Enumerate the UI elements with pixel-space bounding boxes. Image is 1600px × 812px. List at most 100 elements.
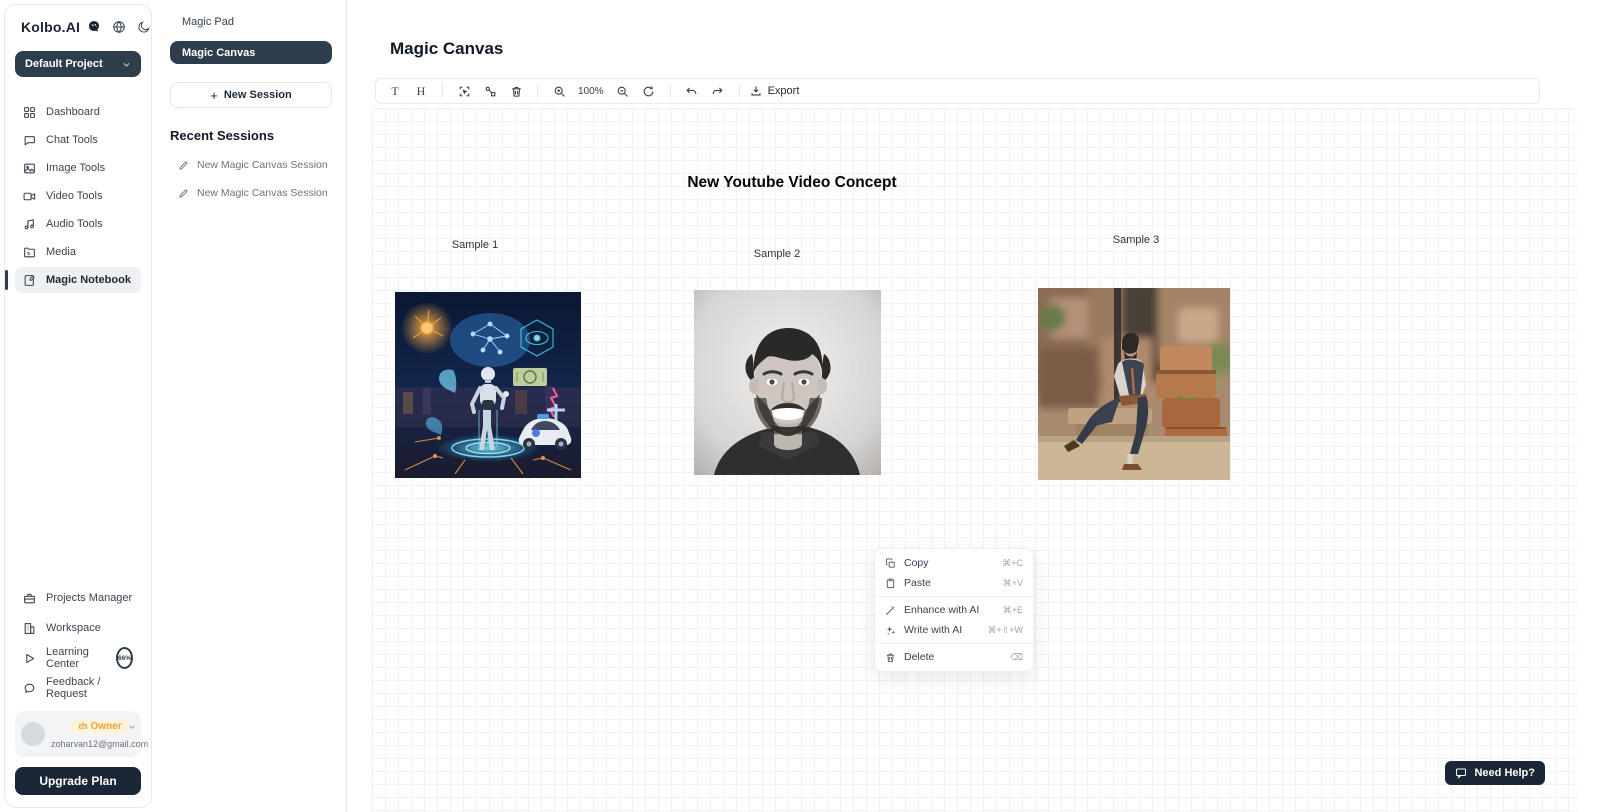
building-icon: [23, 622, 36, 635]
need-help-button[interactable]: Need Help?: [1445, 761, 1545, 785]
sidebar-item-label: Magic Notebook: [46, 274, 131, 286]
heading-tool-button[interactable]: H: [410, 81, 432, 101]
moon-icon[interactable]: [137, 20, 151, 34]
pencil-icon: [178, 188, 189, 199]
sample-2-label[interactable]: Sample 2: [754, 248, 800, 260]
context-menu-item-paste[interactable]: Paste ⌘+V: [875, 573, 1033, 593]
sidebar-item-label: Learning Center: [46, 646, 102, 670]
chevron-down-icon: [128, 723, 136, 731]
context-menu-divider: [875, 596, 1033, 597]
sample-1-image[interactable]: [395, 292, 581, 478]
sidebar-item-learning-center[interactable]: Learning Center 66%: [15, 645, 141, 671]
sample-2-image[interactable]: [694, 290, 881, 475]
shortcut: ⌫: [1010, 652, 1023, 663]
context-menu: Copy ⌘+C Paste ⌘+V Enhance with AI ⌘+E W…: [874, 548, 1034, 672]
recent-session-label: New Magic Canvas Session: [197, 159, 328, 171]
learning-progress-badge: 66%: [116, 647, 133, 669]
sidebar: Kolbo.AI Default Project Dashboard Chat …: [4, 4, 152, 808]
sidebar-item-projects-manager[interactable]: Projects Manager: [15, 585, 141, 611]
owner-badge-label: Owner: [91, 721, 122, 732]
connector-tool-button[interactable]: [479, 81, 501, 101]
sidebar-item-label: Image Tools: [46, 162, 105, 174]
reset-view-button[interactable]: [638, 81, 660, 101]
logo-row: Kolbo.AI: [15, 19, 141, 35]
recent-session-item[interactable]: New Magic Canvas Session: [170, 159, 332, 171]
sidebar-item-magic-notebook[interactable]: Magic Notebook: [15, 267, 141, 293]
context-menu-label: Enhance with AI: [904, 604, 979, 616]
image-icon: [23, 162, 36, 175]
sidebar-item-media[interactable]: Media: [15, 239, 141, 265]
export-button[interactable]: Export: [750, 85, 800, 97]
paste-icon: [885, 578, 896, 589]
user-email: zoharvan12@gmail.com: [51, 739, 148, 749]
sidebar-item-label: Feedback / Request: [46, 676, 133, 700]
new-session-button[interactable]: + New Session: [170, 82, 332, 108]
pencil-icon: [178, 160, 189, 171]
delete-icon: [885, 652, 896, 663]
canvas-toolbar: T H 100% Export: [375, 78, 1540, 104]
sidebar-item-feedback[interactable]: Feedback / Request: [15, 675, 141, 701]
magic-pad-item[interactable]: Magic Pad: [170, 14, 332, 28]
recent-sessions-heading: Recent Sessions: [170, 128, 332, 143]
context-menu-label: Paste: [904, 577, 931, 589]
project-selector[interactable]: Default Project: [15, 51, 141, 77]
ai-head-logo-icon: [87, 20, 101, 34]
context-menu-item-copy[interactable]: Copy ⌘+C: [875, 553, 1033, 573]
play-icon: [23, 652, 36, 665]
briefcase-icon: [23, 592, 36, 605]
zoom-out-button[interactable]: [612, 81, 634, 101]
export-label: Export: [768, 85, 800, 97]
sidebar-item-audio-tools[interactable]: Audio Tools: [15, 211, 141, 237]
context-menu-label: Copy: [904, 557, 929, 569]
context-menu-divider: [875, 643, 1033, 644]
recent-session-label: New Magic Canvas Session: [197, 187, 328, 199]
media-icon: [23, 246, 36, 259]
project-selector-label: Default Project: [25, 58, 103, 70]
recent-session-item[interactable]: New Magic Canvas Session: [170, 187, 332, 199]
sidebar-item-video-tools[interactable]: Video Tools: [15, 183, 141, 209]
copy-icon: [885, 558, 896, 569]
upgrade-plan-button[interactable]: Upgrade Plan: [15, 767, 141, 795]
logo-text: Kolbo.AI: [21, 19, 80, 35]
shortcut: ⌘+C: [1002, 558, 1023, 569]
toolbar-divider: [537, 84, 538, 98]
sidebar-item-chat-tools[interactable]: Chat Tools: [15, 127, 141, 153]
main-area: Magic Canvas T H 100% Export New Youtube…: [347, 0, 1600, 812]
canvas-heading[interactable]: New Youtube Video Concept: [687, 174, 896, 192]
shortcut: ⌘+V: [1003, 578, 1023, 589]
magic-canvas-item[interactable]: Magic Canvas: [170, 41, 332, 64]
dashboard-icon: [23, 106, 36, 119]
context-menu-item-enhance-with-ai[interactable]: Enhance with AI ⌘+E: [875, 600, 1033, 620]
chat-icon: [1455, 767, 1467, 779]
sidebar-item-dashboard[interactable]: Dashboard: [15, 99, 141, 125]
audio-icon: [23, 218, 36, 231]
sidebar-item-label: Dashboard: [46, 106, 100, 118]
download-icon: [750, 85, 762, 97]
sample-3-image[interactable]: [1038, 288, 1230, 480]
sidebar-item-image-tools[interactable]: Image Tools: [15, 155, 141, 181]
undo-button[interactable]: [681, 81, 703, 101]
new-session-label: New Session: [224, 89, 292, 101]
need-help-label: Need Help?: [1474, 767, 1535, 779]
sample-1-label[interactable]: Sample 1: [452, 239, 498, 251]
sidebar-item-label: Chat Tools: [46, 134, 98, 146]
sidebar-item-workspace[interactable]: Workspace: [15, 615, 141, 641]
context-menu-item-write-with-ai[interactable]: Write with AI ⌘+⇧+W: [875, 620, 1033, 640]
canvas-grid[interactable]: New Youtube Video Concept Sample 1 Sampl…: [372, 108, 1577, 812]
zoom-in-button[interactable]: [548, 81, 570, 101]
plus-icon: +: [210, 88, 218, 103]
context-menu-item-delete[interactable]: Delete ⌫: [875, 647, 1033, 667]
trash-tool-button[interactable]: [505, 81, 527, 101]
user-card[interactable]: Owner zoharvan12@gmail.com: [15, 711, 141, 757]
sample-3-label[interactable]: Sample 3: [1113, 234, 1159, 246]
globe-icon[interactable]: [112, 20, 126, 34]
video-icon: [23, 190, 36, 203]
redo-button[interactable]: [707, 81, 729, 101]
select-tool-button[interactable]: [453, 81, 475, 101]
sidebar-item-label: Video Tools: [46, 190, 102, 202]
shortcut: ⌘+E: [1003, 605, 1023, 616]
feedback-icon: [23, 682, 36, 695]
chevron-down-icon: [122, 60, 131, 69]
text-tool-button[interactable]: T: [384, 81, 406, 101]
toolbar-divider: [739, 84, 740, 98]
